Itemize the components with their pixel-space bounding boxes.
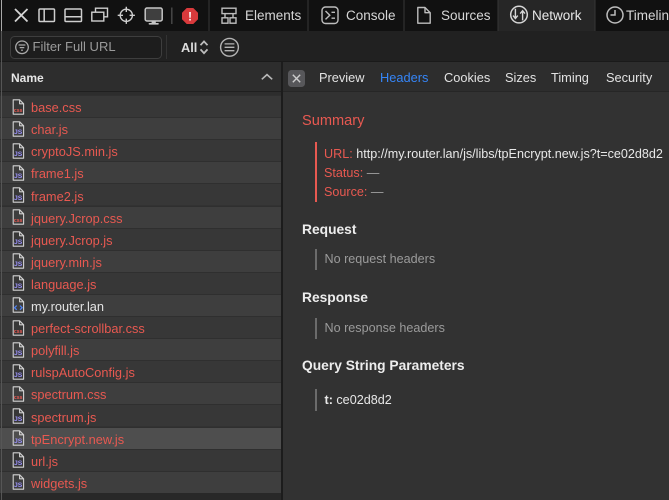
- svg-text:css: css: [14, 395, 23, 401]
- svg-text:css: css: [14, 218, 23, 224]
- svg-text:JS: JS: [14, 173, 23, 180]
- svg-text:JS: JS: [14, 460, 23, 467]
- svg-text:JS: JS: [14, 438, 23, 445]
- svg-text:JS: JS: [14, 283, 23, 290]
- svg-text:JS: JS: [14, 151, 23, 158]
- svg-text:JS: JS: [14, 261, 23, 268]
- svg-text:JS: JS: [14, 129, 23, 136]
- svg-text:JS: JS: [14, 416, 23, 423]
- svg-text:JS: JS: [14, 195, 23, 202]
- svg-text:css: css: [14, 108, 23, 114]
- svg-text:JS: JS: [14, 482, 23, 489]
- svg-text:JS: JS: [14, 350, 23, 357]
- svg-text:css: css: [14, 329, 23, 335]
- svg-text:JS: JS: [14, 372, 23, 379]
- svg-text:!: !: [188, 11, 192, 23]
- svg-text:JS: JS: [14, 239, 23, 246]
